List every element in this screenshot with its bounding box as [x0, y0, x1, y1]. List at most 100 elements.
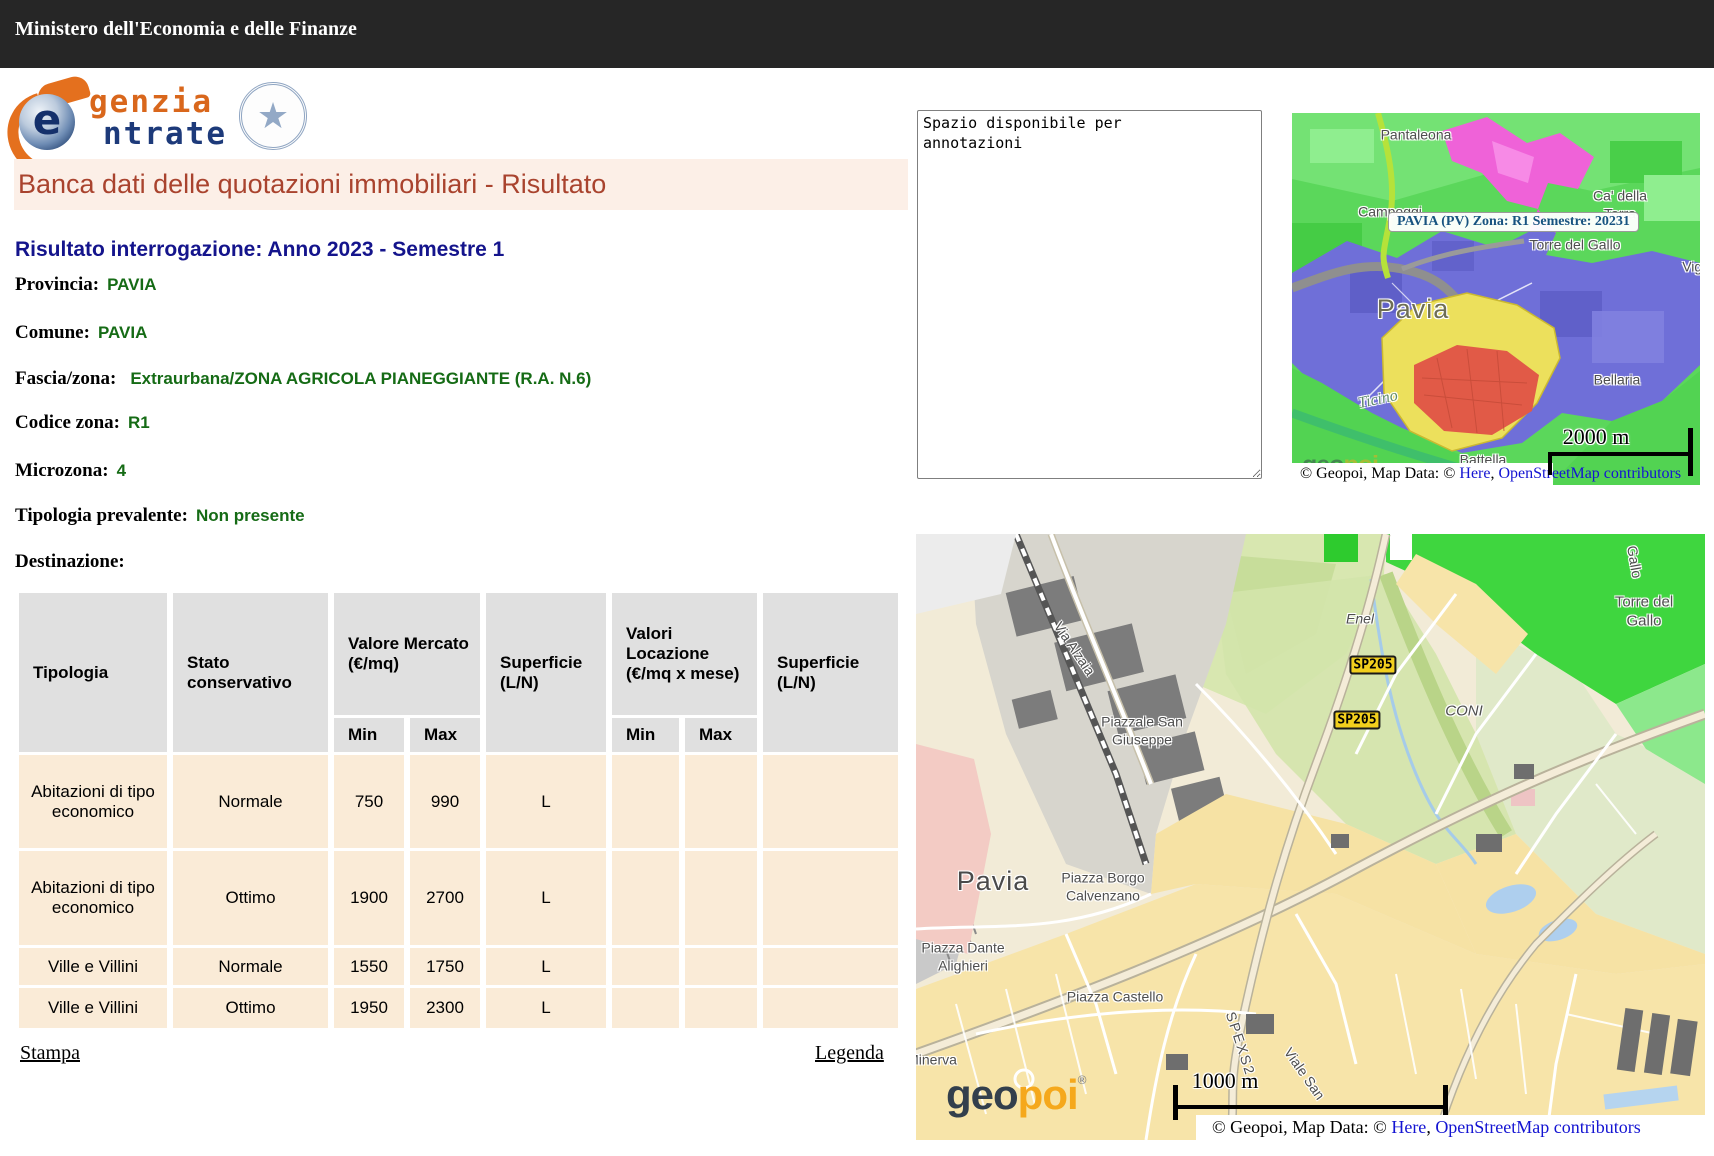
attribution: © Geopoi, Map Data: © Here, OpenStreetMa…: [1212, 1117, 1641, 1138]
scale-bar: [1173, 1105, 1447, 1109]
logo-text-genzia: genzia: [89, 84, 213, 120]
cell-vl-max: [685, 988, 757, 1028]
zone-tooltip: PAVIA (PV) Zona: R1 Semestre: 20231: [1388, 212, 1639, 232]
cell-vl-max: [685, 851, 757, 945]
col-vl-min: Min: [612, 718, 679, 752]
attribution-text: © Geopoi, Map Data: ©: [1212, 1117, 1391, 1137]
field-value: PAVIA: [107, 275, 156, 294]
scale-bar-right-tick: [1688, 428, 1693, 476]
field-label: Microzona:: [15, 460, 109, 481]
scale-label: 2000 m: [1563, 424, 1630, 450]
field-label: Provincia:: [15, 274, 99, 295]
cell-vm-max: 1750: [410, 948, 480, 985]
field-value: Extraurbana/ZONA AGRICOLA PIANEGGIANTE (…: [130, 369, 591, 388]
col-valori-locazione: Valori Locazione (€/mq x mese): [612, 593, 757, 715]
col-superficie-2: Superficie (L/N): [763, 593, 898, 752]
openstreetmap-link[interactable]: OpenStreetMap contributors: [1498, 465, 1681, 482]
cell-vl-min: [612, 988, 679, 1028]
cell-superficie-1: L: [486, 948, 606, 985]
cell-vm-max: 990: [410, 755, 480, 848]
field-label: Tipologia prevalente:: [15, 505, 188, 526]
attribution-text: © Geopoi, Map Data: ©: [1300, 465, 1459, 482]
field-label: Comune:: [15, 322, 90, 343]
geopoi-logo: geopoi®: [946, 1074, 1086, 1116]
cell-vl-min: [612, 948, 679, 985]
attribution-separator: ,: [1426, 1117, 1435, 1137]
annotations-textarea[interactable]: Spazio disponibile per annotazioni: [917, 110, 1262, 479]
cell-superficie-2: [763, 948, 898, 985]
field-fascia-zona: Fascia/zona: Extraurbana/ZONA AGRICOLA PI…: [15, 368, 591, 390]
logo-sphere-icon: e: [19, 94, 75, 150]
here-link[interactable]: Here: [1459, 465, 1490, 482]
attribution: © Geopoi, Map Data: © Here, OpenStreetMa…: [1300, 465, 1681, 483]
field-value: R1: [128, 413, 150, 432]
page: Ministero dell'Economia e delle Finanze …: [0, 0, 1714, 1156]
col-superficie-1: Superficie (L/N): [486, 593, 606, 752]
field-label: Fascia/zona:: [15, 368, 116, 389]
table-row: Ville e Villini Normale 1550 1750 L: [19, 948, 898, 985]
map-label-pavia: Pavia: [1377, 293, 1450, 327]
col-vl-max: Max: [685, 718, 757, 752]
cell-tipologia: Abitazioni di tipo economico: [19, 755, 167, 848]
scale-bar: [1548, 452, 1692, 456]
map-label-piazzale-san-giuseppe: Piazzale San Giuseppe: [1101, 714, 1183, 749]
cell-superficie-2: [763, 851, 898, 945]
cell-superficie-2: [763, 755, 898, 848]
field-value: PAVIA: [98, 323, 147, 342]
cell-vm-max: 2700: [410, 851, 480, 945]
cell-stato: Normale: [173, 948, 328, 985]
cell-vm-min: 1900: [334, 851, 404, 945]
zone-map-graphic: [1292, 113, 1700, 485]
stampa-link[interactable]: Stampa: [20, 1042, 80, 1065]
map-label-pantaleona: Pantaleona: [1381, 126, 1452, 144]
page-title: Banca dati delle quotazioni immobiliari …: [18, 159, 606, 210]
here-link[interactable]: Here: [1391, 1117, 1426, 1137]
scale-bar-left-tick: [1173, 1085, 1178, 1120]
cell-stato: Normale: [173, 755, 328, 848]
openstreetmap-link[interactable]: OpenStreetMap contributors: [1435, 1117, 1640, 1137]
map-label-bellaria: Bellaria: [1594, 371, 1641, 389]
destination-label: Destinazione:: [15, 551, 125, 573]
field-value: Non presente: [196, 506, 305, 525]
map-label-piazza-dante-alighieri: Piazza Dante Alighieri: [921, 940, 1004, 975]
zone-map[interactable]: Pantaleona Campeggi Ca' della Terra Torr…: [1292, 113, 1700, 485]
field-codice-zona: Codice zona: R1: [15, 412, 150, 434]
field-label: Codice zona:: [15, 412, 120, 433]
cell-vm-max: 2300: [410, 988, 480, 1028]
map-label-torre-del-gallo: Torre del Gallo: [1529, 236, 1620, 254]
field-comune: Comune: PAVIA: [15, 322, 147, 344]
result-heading: Risultato interrogazione: Anno 2023 - Se…: [15, 238, 504, 262]
map-label-piazza-borgo-calvenzano: Piazza Borgo Calvenzano: [1061, 870, 1144, 905]
scale-label: 1000 m: [1192, 1068, 1259, 1094]
table-row: Abitazioni di tipo economico Normale 750…: [19, 755, 898, 848]
map-label-vigna: Vigna: [1682, 258, 1700, 276]
field-tipologia-prevalente: Tipologia prevalente: Non presente: [15, 505, 305, 527]
cell-superficie-1: L: [486, 851, 606, 945]
col-vm-max: Max: [410, 718, 480, 752]
table-row: Abitazioni di tipo economico Ottimo 1900…: [19, 851, 898, 945]
ministry-title: Ministero dell'Economia e delle Finanze: [15, 18, 357, 41]
cell-superficie-1: L: [486, 755, 606, 848]
street-map[interactable]: Via Alzaia Piazzale San Giuseppe Enel SP…: [916, 534, 1705, 1140]
map-label-torre-del-gallo: Torre del Gallo: [1614, 593, 1675, 631]
scale-bar-left-tick: [1548, 452, 1552, 475]
field-microzona: Microzona:4: [15, 460, 126, 482]
col-vm-min: Min: [334, 718, 404, 752]
map-label-minerva: Minerva: [916, 1051, 957, 1069]
cell-vl-max: [685, 948, 757, 985]
logo-e-letter: e: [33, 99, 62, 141]
ministry-bar: Ministero dell'Economia e delle Finanze: [0, 0, 1714, 68]
page-banner: Banca dati delle quotazioni immobiliari …: [14, 159, 908, 210]
legenda-link[interactable]: Legenda: [815, 1042, 884, 1065]
cell-vl-max: [685, 755, 757, 848]
agency-logo: e genzia ntrate ★: [11, 82, 311, 156]
street-map-graphic: [916, 534, 1705, 1140]
col-tipologia: Tipologia: [19, 593, 167, 752]
cell-vm-min: 1950: [334, 988, 404, 1028]
cell-vm-min: 1550: [334, 948, 404, 985]
cell-tipologia: Ville e Villini: [19, 988, 167, 1028]
sp205-badge: SP205: [1349, 656, 1396, 675]
sp205-badge: SP205: [1333, 711, 1380, 730]
col-valore-mercato: Valore Mercato (€/mq): [334, 593, 480, 715]
cell-vm-min: 750: [334, 755, 404, 848]
